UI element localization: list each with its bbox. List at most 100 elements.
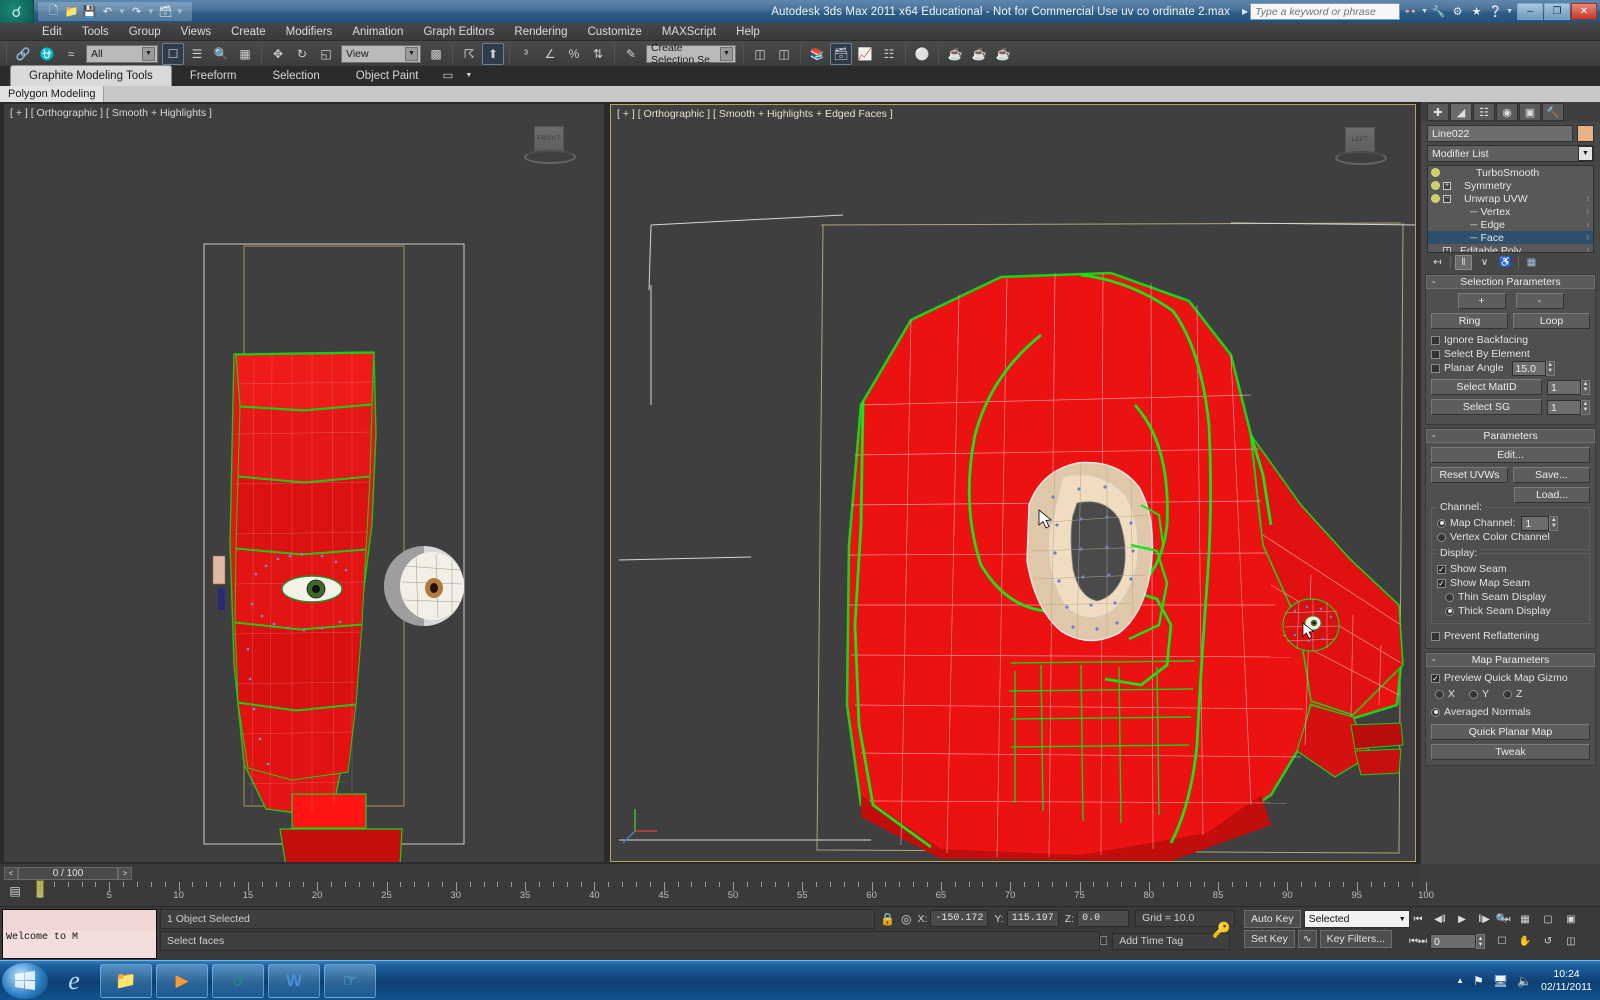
preview-quick-map-gizmo-checkbox[interactable]: ✓ Preview Quick Map Gizmo: [1431, 671, 1590, 685]
zoom-icon[interactable]: 🔍: [1492, 910, 1512, 929]
light-bulb-icon[interactable]: [1431, 181, 1440, 190]
load-uvws-button[interactable]: Load...: [1514, 487, 1590, 503]
qat-dropdown-icon[interactable]: ▼: [176, 7, 184, 16]
undo-icon[interactable]: ↶: [100, 4, 115, 19]
search-expander-icon[interactable]: ▶: [1242, 7, 1248, 16]
checkbox-icon[interactable]: [1431, 632, 1440, 641]
network-icon[interactable]: 🖥: [1493, 974, 1508, 988]
thin-seam-display-radio[interactable]: Thin Seam Display: [1437, 590, 1584, 604]
radio-icon[interactable]: [1437, 519, 1446, 528]
menu-group[interactable]: Group: [119, 23, 171, 41]
show-map-seam-checkbox[interactable]: ✓ Show Map Seam: [1437, 576, 1584, 590]
set-project-icon[interactable]: 🗃: [158, 4, 173, 19]
view-cube-ring[interactable]: [1335, 151, 1387, 165]
save-icon[interactable]: 💾: [82, 4, 97, 19]
view-cube-face[interactable]: FRONT: [534, 126, 564, 152]
right-viewport[interactable]: [ + ] [ Orthographic ] [ Smooth + Highli…: [610, 104, 1416, 862]
collapse-icon[interactable]: -: [1432, 430, 1436, 442]
menu-animation[interactable]: Animation: [342, 23, 413, 41]
edit-uvw-button[interactable]: Edit...: [1431, 447, 1590, 463]
chevron-down-icon[interactable]: ▼: [1578, 146, 1593, 161]
edit-named-selection-sets-icon[interactable]: ✎: [620, 43, 642, 65]
spinner-arrows-icon[interactable]: ▲▼: [1546, 361, 1555, 376]
binoculars-icon[interactable]: 👓: [1402, 3, 1419, 20]
curve-editor-icon[interactable]: 📈: [854, 43, 876, 65]
key-filters-button[interactable]: Key Filters...: [1320, 930, 1392, 948]
utilities-tab-icon[interactable]: 🔨: [1542, 103, 1564, 121]
maximize-button[interactable]: ❐: [1544, 3, 1570, 20]
snaps-toggle-3-icon[interactable]: ⬆: [482, 43, 504, 65]
left-viewport[interactable]: [ + ] [ Orthographic ] [ Smooth + Highli…: [4, 104, 604, 862]
checkbox-icon[interactable]: ✓: [1431, 674, 1440, 683]
pin-stack-icon[interactable]: ↤: [1429, 255, 1446, 270]
key-mode-toggle-icon[interactable]: 🔑: [1212, 921, 1231, 939]
wrench-icon[interactable]: 🔧: [1430, 3, 1447, 20]
left-viewport-label[interactable]: [ + ] [ Orthographic ] [ Smooth + Highli…: [10, 107, 212, 119]
reference-coordinate-system-dropdown[interactable]: View ▼: [341, 45, 421, 63]
stack-item-symmetry[interactable]: + Symmetry: [1428, 179, 1593, 192]
mirror-icon[interactable]: ◫: [749, 43, 771, 65]
collapse-icon[interactable]: −: [1443, 195, 1451, 203]
chevron-down-icon[interactable]: ▼: [459, 66, 478, 86]
radio-icon[interactable]: [1445, 607, 1454, 616]
menu-help[interactable]: Help: [726, 23, 770, 41]
select-object-icon[interactable]: ☐: [162, 43, 184, 65]
absolute-relative-transform-icon[interactable]: ◎: [901, 912, 911, 926]
spinner-value[interactable]: 1: [1547, 380, 1581, 395]
chevron-down-icon[interactable]: ▼: [720, 47, 733, 61]
configure-modifier-sets-icon[interactable]: ▦: [1523, 255, 1540, 270]
show-hidden-icons-icon[interactable]: ▲: [1456, 976, 1464, 985]
media-player-icon[interactable]: ▶: [156, 964, 208, 998]
grow-selection-button[interactable]: +: [1458, 293, 1506, 309]
previous-frame-button[interactable]: <: [4, 867, 18, 880]
object-color-swatch[interactable]: [1577, 125, 1594, 142]
select-and-rotate-icon[interactable]: ↻: [291, 43, 313, 65]
spinner-arrows-icon[interactable]: ▲▼: [1581, 400, 1590, 415]
map-channel-spinner[interactable]: 1 ▲▼: [1521, 516, 1558, 531]
maximize-viewport-icon[interactable]: ◫: [1561, 932, 1581, 951]
expand-icon[interactable]: +: [1443, 182, 1451, 190]
vertex-color-channel-radio[interactable]: Vertex Color Channel: [1437, 530, 1584, 544]
windows-explorer-icon[interactable]: 📁: [100, 964, 152, 998]
radio-icon[interactable]: [1437, 533, 1446, 542]
chevron-down-icon[interactable]: ▼: [405, 47, 418, 61]
thick-seam-display-radio[interactable]: Thick Seam Display: [1437, 604, 1584, 618]
ignore-backfacing-checkbox[interactable]: Ignore Backfacing: [1431, 333, 1590, 347]
select-and-scale-icon[interactable]: ◱: [315, 43, 337, 65]
menu-tools[interactable]: Tools: [72, 23, 119, 41]
matid-spinner[interactable]: 1 ▲▼: [1547, 380, 1590, 395]
open-icon[interactable]: 📁: [64, 4, 79, 19]
spinner-arrows-icon[interactable]: ▲▼: [1549, 516, 1558, 531]
selection-filter-dropdown[interactable]: All ▼: [86, 45, 158, 63]
favorites-star-icon[interactable]: ★: [1468, 3, 1485, 20]
display-options-icon[interactable]: ▭: [436, 66, 459, 86]
go-to-start-icon[interactable]: ⏮: [1408, 910, 1428, 929]
axis-x-radio[interactable]: X: [1435, 687, 1455, 701]
stack-item-editable-poly[interactable]: + Editable Poly ⁝: [1428, 244, 1593, 253]
align-icon[interactable]: ◫: [773, 43, 795, 65]
current-frame-field[interactable]: 0 / 100: [18, 867, 118, 880]
checkbox-icon[interactable]: ✓: [1437, 565, 1446, 574]
material-editor-icon[interactable]: ⚪: [911, 43, 933, 65]
tweak-button[interactable]: Tweak: [1431, 744, 1590, 760]
maxscript-mini-listener[interactable]: Welcome to M: [2, 909, 157, 959]
tab-object-paint[interactable]: Object Paint: [338, 66, 437, 86]
radio-icon[interactable]: [1469, 690, 1478, 699]
unlink-icon[interactable]: ⛎: [36, 43, 58, 65]
checkbox-icon[interactable]: [1431, 350, 1440, 359]
internet-explorer-icon[interactable]: e: [52, 964, 96, 998]
stack-item-vertex[interactable]: ─ Vertex ⁝: [1428, 205, 1593, 218]
coord-z-value[interactable]: 0.0: [1077, 910, 1129, 927]
checkbox-icon[interactable]: ✓: [1437, 579, 1446, 588]
stack-item-edge[interactable]: ─ Edge ⁝: [1428, 218, 1593, 231]
modifier-stack[interactable]: TurboSmooth + Symmetry − Unwrap UVW ⁝ ─ …: [1427, 165, 1594, 253]
prevent-reflattening-checkbox[interactable]: Prevent Reflattening: [1431, 629, 1590, 643]
axis-z-radio[interactable]: Z: [1503, 687, 1522, 701]
start-orb-icon[interactable]: [2, 963, 48, 999]
view-cube-front[interactable]: FRONT: [522, 126, 578, 168]
display-tab-icon[interactable]: ▣: [1519, 103, 1541, 121]
menu-views[interactable]: Views: [171, 23, 221, 41]
collapse-icon[interactable]: -: [1432, 276, 1436, 288]
reset-uvws-button[interactable]: Reset UVWs: [1431, 467, 1508, 483]
search-dropdown-icon[interactable]: ▼: [1421, 8, 1428, 15]
